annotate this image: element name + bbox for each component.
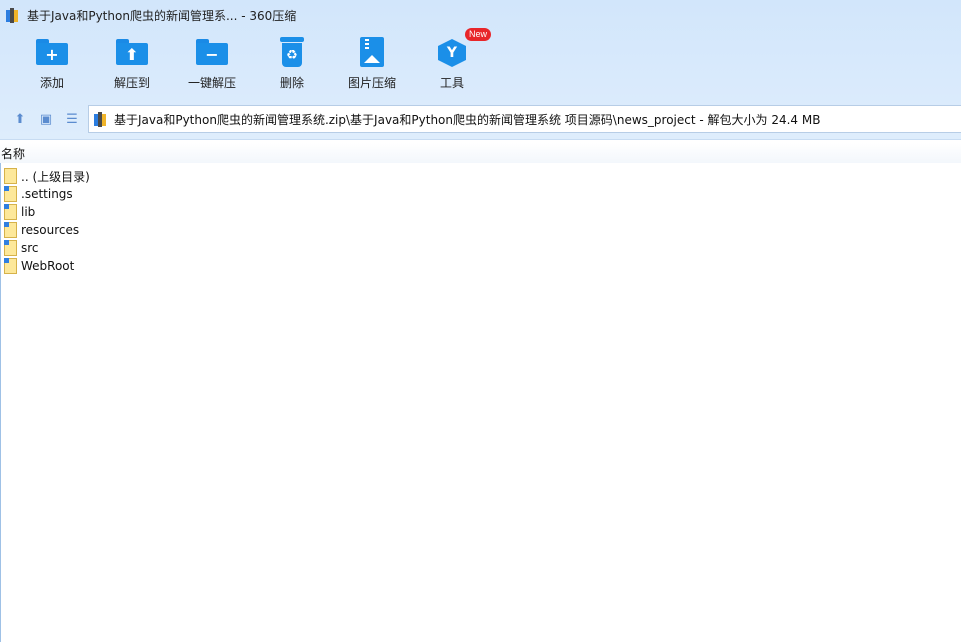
column-header: 名称: [0, 143, 961, 163]
folder-icon: [4, 240, 17, 256]
file-name: .settings: [21, 187, 73, 201]
top-panel: 基于Java和Python爬虫的新闻管理系... - 360压缩 + 添加 ⬆ …: [0, 0, 961, 140]
thumbnail-view-icon[interactable]: ▣: [33, 107, 59, 131]
divider: [0, 163, 1, 642]
list-item[interactable]: src: [4, 239, 954, 257]
one-click-extract-label: 一键解压: [187, 76, 236, 90]
file-list: .. (上级目录) .settings lib resources src We…: [4, 167, 954, 275]
image-compress-label: 图片压缩: [347, 76, 396, 90]
new-badge: New: [465, 28, 492, 41]
image-compress-icon: [360, 37, 384, 67]
title-bar: 基于Java和Python爬虫的新闻管理系... - 360压缩: [0, 0, 961, 30]
one-click-extract-button[interactable]: − 一键解压: [172, 34, 252, 96]
list-item[interactable]: lib: [4, 203, 954, 221]
arrow-up-icon[interactable]: ⬆: [7, 107, 33, 131]
folder-icon: [4, 204, 17, 220]
window-title: 基于Java和Python爬虫的新闻管理系... - 360压缩: [27, 8, 297, 23]
add-folder-icon: +: [36, 39, 68, 65]
toolbar: + 添加 ⬆ 解压到 − 一键解压 ♻ 删除 图片压缩 Y New 工具: [0, 28, 492, 96]
image-compress-button[interactable]: 图片压缩: [332, 34, 412, 96]
folder-icon: [4, 186, 17, 202]
tools-icon: Y: [438, 37, 466, 67]
delete-button[interactable]: ♻ 删除: [252, 34, 332, 96]
archive-icon: [94, 111, 109, 127]
folder-icon: [4, 258, 17, 274]
extract-to-label: 解压到: [113, 76, 150, 90]
file-name: resources: [21, 223, 80, 237]
add-label: 添加: [39, 76, 64, 90]
address-path: 基于Java和Python爬虫的新闻管理系统.zip\基于Java和Python…: [114, 112, 821, 127]
navigation-bar: ⬆ ▣ ☰ 基于Java和Python爬虫的新闻管理系统.zip\基于Java和…: [0, 104, 961, 134]
extract-to-icon: ⬆: [116, 39, 148, 65]
list-view-icon[interactable]: ☰: [59, 107, 85, 131]
tools-label: 工具: [439, 76, 464, 90]
column-name-header[interactable]: 名称: [1, 145, 25, 162]
file-name: src: [21, 241, 39, 255]
list-item[interactable]: WebRoot: [4, 257, 954, 275]
tools-button[interactable]: Y New 工具: [412, 28, 492, 96]
address-bar[interactable]: 基于Java和Python爬虫的新闻管理系统.zip\基于Java和Python…: [88, 105, 961, 133]
list-item[interactable]: resources: [4, 221, 954, 239]
folder-icon: [4, 168, 17, 184]
file-name: .. (上级目录): [21, 169, 90, 184]
file-name: WebRoot: [21, 259, 75, 273]
list-item[interactable]: .settings: [4, 185, 954, 203]
list-item-parent-dir[interactable]: .. (上级目录): [4, 167, 954, 185]
add-button[interactable]: + 添加: [12, 34, 92, 96]
delete-label: 删除: [279, 76, 304, 90]
folder-icon: [4, 222, 17, 238]
extract-to-button[interactable]: ⬆ 解压到: [92, 34, 172, 96]
recycle-bin-icon: ♻: [280, 37, 304, 67]
file-name: lib: [21, 205, 36, 219]
app-logo-icon: [6, 7, 21, 23]
one-click-extract-icon: −: [196, 39, 228, 65]
